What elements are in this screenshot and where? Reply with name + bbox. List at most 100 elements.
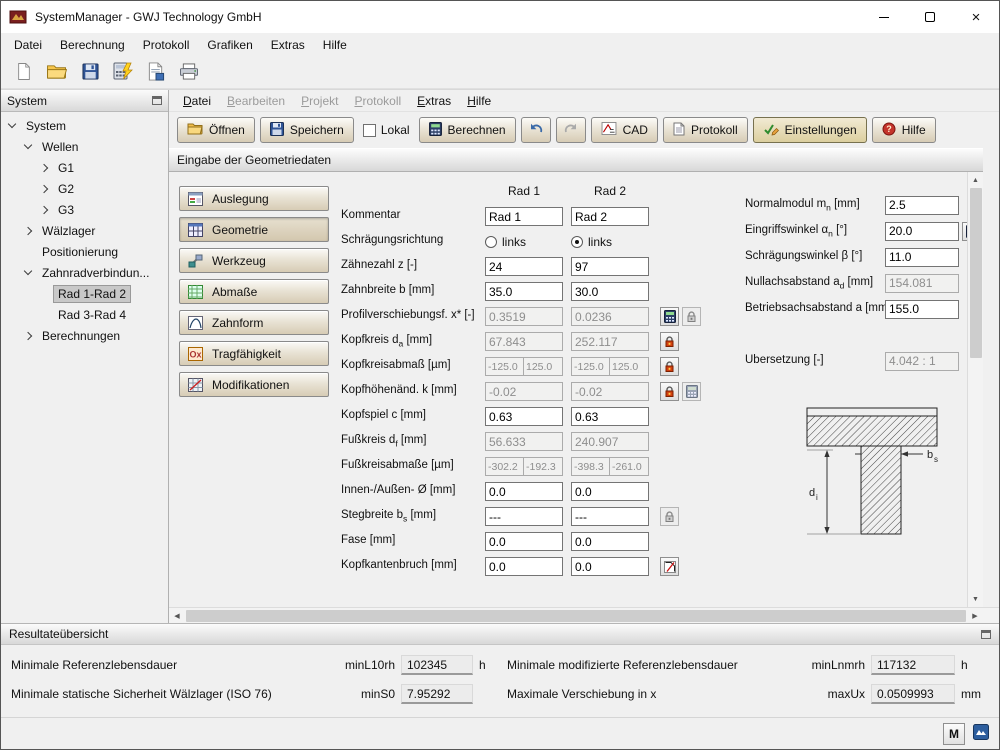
kopfhoehenaenderung-lock-button[interactable] (660, 382, 679, 401)
chevron-right-icon[interactable] (40, 184, 48, 192)
kommentar-rad2-input[interactable] (571, 207, 649, 226)
local-checkbox[interactable]: Lokal (359, 123, 414, 137)
chevron-down-icon[interactable] (24, 267, 32, 275)
zaehnezahl-rad2-input[interactable] (571, 257, 649, 276)
print-button[interactable] (174, 60, 204, 86)
app-status-icon[interactable] (973, 724, 989, 743)
chevron-down-icon[interactable] (24, 141, 32, 149)
nav-tragfaehigkeit-button[interactable]: Ox Tragfähigkeit (179, 341, 329, 366)
tree-item-wellen[interactable]: Wellen (1, 136, 168, 157)
fase-rad1-input[interactable] (485, 532, 563, 551)
cad-button[interactable]: CAD (591, 117, 658, 143)
vertical-scrollbar[interactable]: ▲ ▼ (967, 172, 983, 607)
maximize-button[interactable] (907, 1, 953, 33)
stegbreite-lock-button[interactable] (660, 507, 679, 526)
window-title: SystemManager - GWJ Technology GmbH (35, 10, 262, 24)
kommentar-rad1-input[interactable] (485, 207, 563, 226)
calculate-button[interactable]: Berechnen (419, 117, 516, 143)
m-button[interactable]: M (943, 723, 965, 745)
tree-item-g2[interactable]: G2 (1, 178, 168, 199)
tree-item-g3[interactable]: G3 (1, 199, 168, 220)
profilverschiebung-calculator-button[interactable] (660, 307, 679, 326)
kopfspiel-rad2-input[interactable] (571, 407, 649, 426)
save-button[interactable] (75, 60, 105, 86)
redo-button (556, 117, 586, 143)
zahnbreite-rad2-input[interactable] (571, 282, 649, 301)
schraegungsrichtung-rad1-radio[interactable]: links (485, 235, 563, 249)
chevron-right-icon[interactable] (40, 163, 48, 171)
betriebsachsabstand-input[interactable] (885, 300, 959, 319)
zahnbreite-rad1-input[interactable] (485, 282, 563, 301)
panel-menu-hilfe[interactable]: Hilfe (459, 91, 499, 111)
chevron-right-icon[interactable] (40, 205, 48, 213)
innen-aussen-durchmesser-rad1-input[interactable] (485, 482, 563, 501)
tree-item-rad1-rad2[interactable]: Rad 1-Rad 2 (1, 283, 168, 304)
kopfkantenbruch-rad1-input[interactable] (485, 557, 563, 576)
close-button[interactable]: × (953, 1, 999, 33)
open-button[interactable] (42, 60, 72, 86)
nav-auslegung-button[interactable]: Auslegung (179, 186, 329, 211)
tree-item-positionierung[interactable]: Positionierung (1, 241, 168, 262)
panel-menu-extras[interactable]: Extras (409, 91, 459, 111)
menu-hilfe[interactable]: Hilfe (314, 33, 356, 57)
stegbreite-rad1-input[interactable] (485, 507, 563, 526)
horizontal-scrollbar[interactable]: ◀ ▶ (169, 607, 999, 623)
nav-abmasse-button[interactable]: Abmaße (179, 279, 329, 304)
tree-item-rad3-rad4[interactable]: Rad 3-Rad 4 (1, 304, 168, 325)
eingriffswinkel-input[interactable] (885, 222, 959, 241)
innen-aussen-durchmesser-rad2-input[interactable] (571, 482, 649, 501)
nav-werkzeug-button[interactable]: Werkzeug (179, 248, 329, 273)
tree-item-g1[interactable]: G1 (1, 157, 168, 178)
kopfkreis-lock-button[interactable] (660, 332, 679, 351)
radio-checked-icon[interactable] (571, 236, 583, 248)
nav-modifikationen-button[interactable]: Modifikationen (179, 372, 329, 397)
scroll-left-icon[interactable]: ◀ (169, 608, 185, 624)
tree-item-system[interactable]: System (1, 115, 168, 136)
protocol-button[interactable]: Protokoll (663, 117, 748, 143)
menu-grafiken[interactable]: Grafiken (198, 33, 261, 57)
scroll-right-icon[interactable]: ▶ (967, 608, 983, 624)
tree-item-waelzlager[interactable]: Wälzlager (1, 220, 168, 241)
menu-extras[interactable]: Extras (262, 33, 314, 57)
settings-button[interactable]: Einstellungen (753, 117, 867, 143)
fase-rad2-input[interactable] (571, 532, 649, 551)
normalmodul-input[interactable] (885, 196, 959, 215)
kopfhoehenaenderung-calculator-button[interactable] (682, 382, 701, 401)
scrollbar-thumb[interactable] (186, 610, 966, 622)
menu-protokoll[interactable]: Protokoll (134, 33, 199, 57)
nav-zahnform-button[interactable]: Zahnform (179, 310, 329, 335)
report-button[interactable] (141, 60, 171, 86)
kopfspiel-rad1-input[interactable] (485, 407, 563, 426)
kopfkreisabmass-lock-button[interactable] (660, 357, 679, 376)
tree-item-zahnradverbindungen[interactable]: Zahnradverbindun... (1, 262, 168, 283)
checkbox-icon[interactable] (363, 124, 376, 137)
panel-menu-datei[interactable]: Datei (175, 91, 219, 111)
calculate-button[interactable] (108, 60, 138, 86)
kopfkantenbruch-edge-button[interactable] (660, 557, 679, 576)
schraegungsrichtung-rad2-radio[interactable]: links (571, 235, 649, 249)
minimize-button[interactable] (861, 1, 907, 33)
float-panel-icon[interactable] (981, 630, 991, 639)
stegbreite-rad2-input[interactable] (571, 507, 649, 526)
menu-berechnung[interactable]: Berechnung (51, 33, 134, 57)
scrollbar-thumb[interactable] (970, 188, 982, 358)
menu-datei[interactable]: Datei (5, 33, 51, 57)
zaehnezahl-rad1-input[interactable] (485, 257, 563, 276)
chevron-down-icon[interactable] (8, 120, 16, 128)
schraegungswinkel-input[interactable] (885, 248, 959, 267)
chevron-right-icon[interactable] (24, 226, 32, 234)
nav-geometrie-button[interactable]: Geometrie (179, 217, 329, 242)
undo-button[interactable] (521, 117, 551, 143)
kopfkantenbruch-rad2-input[interactable] (571, 557, 649, 576)
float-panel-icon[interactable] (152, 96, 162, 105)
scroll-up-icon[interactable]: ▲ (968, 172, 984, 188)
help-button[interactable]: ? Hilfe (872, 117, 936, 143)
save-project-button[interactable]: Speichern (260, 117, 354, 143)
chevron-right-icon[interactable] (24, 331, 32, 339)
open-project-button[interactable]: Öffnen (177, 117, 255, 143)
new-document-button[interactable] (9, 60, 39, 86)
radio-unchecked-icon[interactable] (485, 236, 497, 248)
scroll-down-icon[interactable]: ▼ (968, 591, 984, 607)
tree-item-berechnungen[interactable]: Berechnungen (1, 325, 168, 346)
profilverschiebung-lock-button[interactable] (682, 307, 701, 326)
